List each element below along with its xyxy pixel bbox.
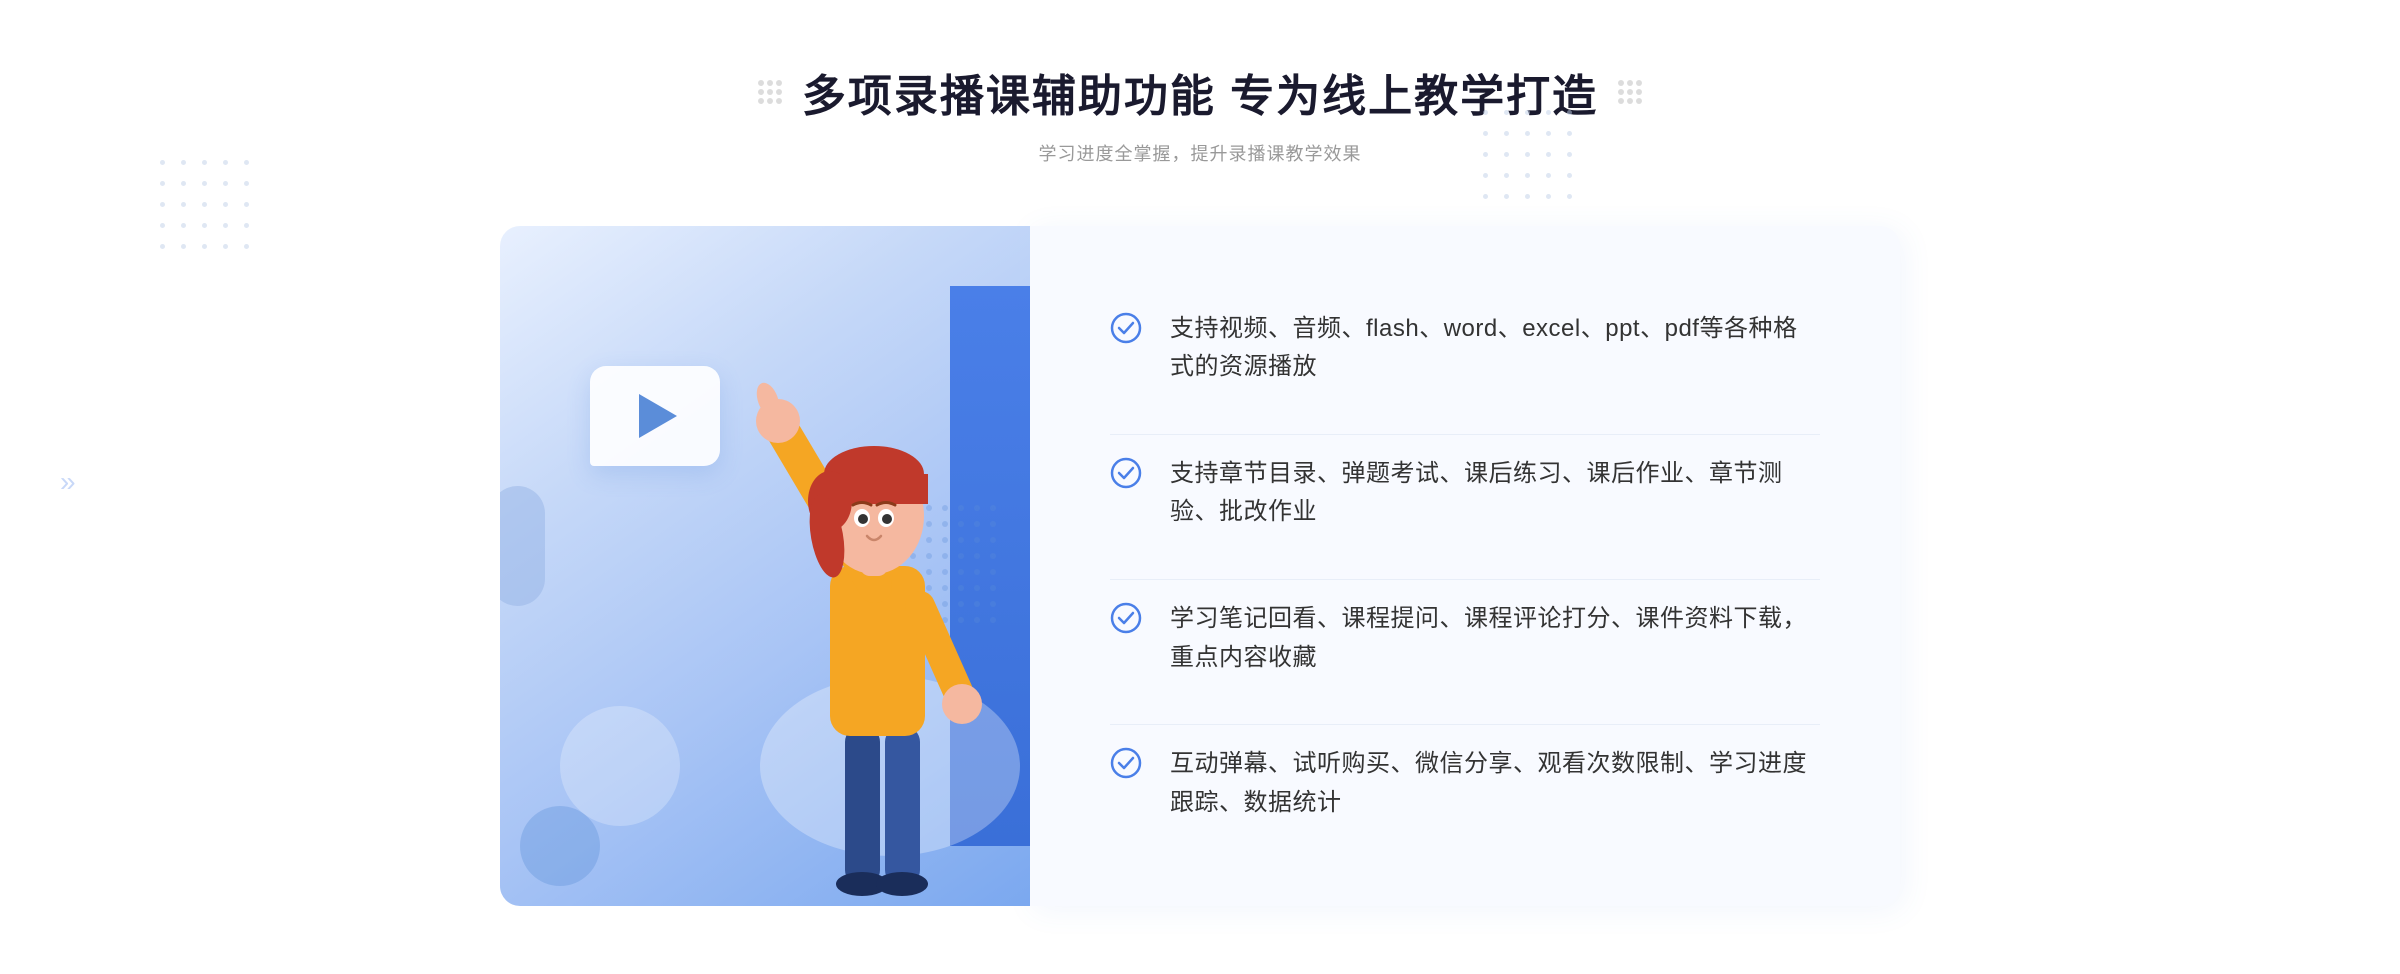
- content-area: 支持视频、音频、flash、word、excel、ppt、pdf等各种格式的资源…: [500, 226, 1900, 906]
- feature-text-1: 支持视频、音频、flash、word、excel、ppt、pdf等各种格式的资源…: [1170, 310, 1820, 387]
- feature-item-3: 学习笔记回看、课程提问、课程评论打分、课件资料下载，重点内容收藏: [1110, 579, 1820, 697]
- svg-text:»: »: [60, 466, 76, 497]
- title-dots-left: [758, 80, 782, 104]
- left-bar-deco: [500, 486, 545, 606]
- feature-panel: 支持视频、音频、flash、word、excel、ppt、pdf等各种格式的资源…: [1030, 226, 1900, 906]
- feature-item-2: 支持章节目录、弹题考试、课后练习、课后作业、章节测验、批改作业: [1110, 434, 1820, 552]
- page-wrapper: » 多项录播课辅助功能 专为线上教学打造 学习进度全掌握，提升录播课教学效果: [0, 0, 2400, 974]
- feature-item-4: 互动弹幕、试听购买、微信分享、观看次数限制、学习进度跟踪、数据统计: [1110, 724, 1820, 842]
- bg-dots-left: [160, 160, 257, 257]
- check-icon-4: [1110, 747, 1142, 779]
- check-icon-3: [1110, 602, 1142, 634]
- title-dots-right: [1618, 80, 1642, 104]
- circle-deco-large: [560, 706, 680, 826]
- arrow-left-decoration: »: [60, 463, 100, 511]
- feature-text-3: 学习笔记回看、课程提问、课程评论打分、课件资料下载，重点内容收藏: [1170, 600, 1820, 677]
- illustration-area: [500, 226, 1030, 906]
- feature-item-1: 支持视频、音频、flash、word、excel、ppt、pdf等各种格式的资源…: [1110, 290, 1820, 407]
- feature-text-2: 支持章节目录、弹题考试、课后练习、课后作业、章节测验、批改作业: [1170, 455, 1820, 532]
- check-icon-2: [1110, 457, 1142, 489]
- check-icon-1: [1110, 312, 1142, 344]
- circle-deco-small: [520, 806, 600, 886]
- play-icon: [639, 394, 677, 438]
- bg-dots-right: [1483, 110, 1580, 207]
- main-title: 多项录播课辅助功能 专为线上教学打造: [802, 60, 1598, 124]
- feature-text-4: 互动弹幕、试听购买、微信分享、观看次数限制、学习进度跟踪、数据统计: [1170, 745, 1820, 822]
- character-illustration: [690, 326, 1030, 906]
